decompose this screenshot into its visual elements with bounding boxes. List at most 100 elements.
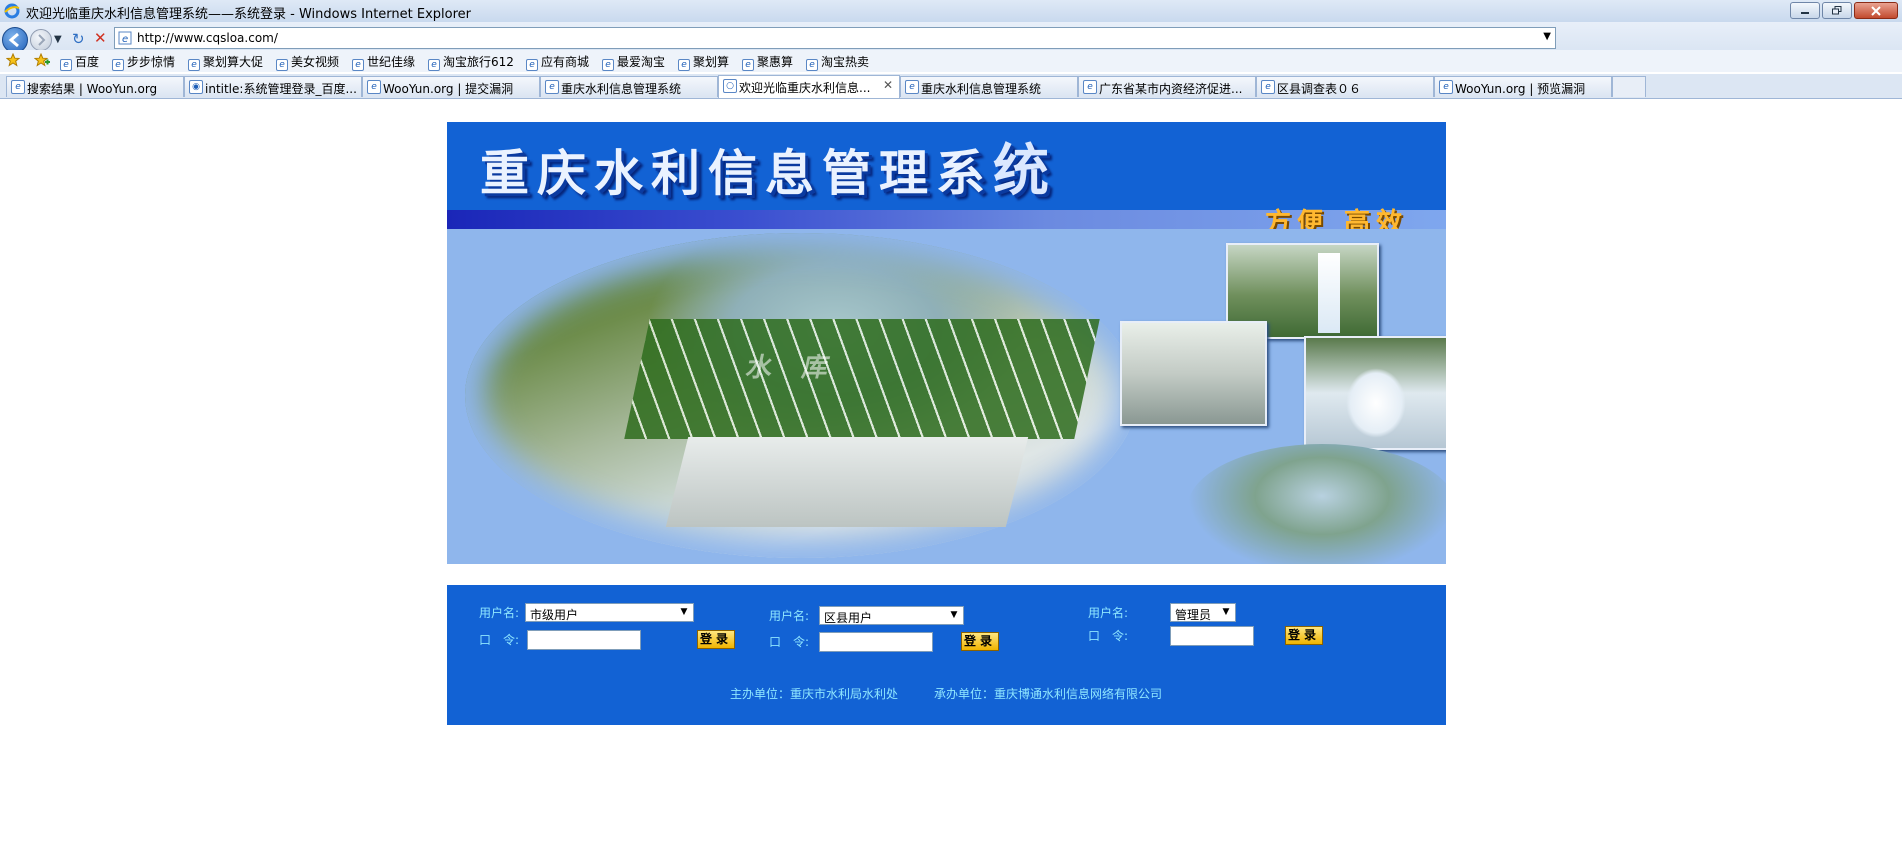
admin-password-label: 口 令: bbox=[1088, 629, 1129, 643]
tab-bar: e 搜索结果 | WooYun.org ◉ intitle:系统管理登录_百度...… bbox=[0, 74, 1902, 99]
browser-tab[interactable]: e WooYun.org | 提交漏洞 bbox=[362, 76, 540, 97]
site-header: 重庆水利信息管理系统 bbox=[447, 122, 1446, 210]
logo-text: 重庆水利信息管理系 bbox=[480, 144, 994, 202]
favorite-link[interactable]: e 世纪佳缘 bbox=[352, 53, 415, 71]
add-to-favorites-icon[interactable] bbox=[33, 52, 50, 70]
favorite-label: 聚划算大促 bbox=[203, 55, 264, 69]
browser-tab[interactable]: e 重庆水利信息管理系统 bbox=[540, 76, 718, 97]
restore-icon bbox=[1832, 6, 1842, 15]
favorite-link[interactable]: e 应有商城 bbox=[526, 53, 589, 71]
login-panel: 用户名: 市级用户 ▼ 口 令: 登录 用户名: 区县用户 ▼ 口 令: 登录 … bbox=[447, 585, 1446, 725]
admin-login-button[interactable]: 登录 bbox=[1285, 626, 1323, 645]
page-icon: e bbox=[678, 59, 690, 71]
chevron-down-icon: ▼ bbox=[950, 610, 958, 620]
close-window-button[interactable] bbox=[1854, 2, 1898, 19]
logo-text-accent: 统 bbox=[993, 138, 1058, 204]
favorite-link[interactable]: e 步步惊情 bbox=[112, 53, 175, 71]
page-icon: e bbox=[806, 59, 818, 71]
favorites-bar: e 百度 e 步步惊情 e 聚划算大促 e 美女视频 e 世纪佳缘 e 淘宝旅行612 e应… bbox=[0, 50, 1902, 72]
minimize-icon bbox=[1801, 11, 1809, 14]
admin-username-label: 用户名: bbox=[1088, 606, 1129, 620]
favorite-label: 应有商城 bbox=[541, 55, 590, 69]
favorite-link[interactable]: e 淘宝热卖 bbox=[806, 53, 869, 71]
dam-photo-3 bbox=[1304, 336, 1446, 450]
page-icon: e bbox=[367, 80, 381, 94]
baidu-icon: ◉ bbox=[189, 80, 203, 94]
favorite-label: 美女视频 bbox=[291, 55, 340, 69]
spillway-image bbox=[665, 437, 1029, 527]
page-icon: e bbox=[60, 59, 72, 71]
browser-tab[interactable]: ◉ intitle:系统管理登录_百度... bbox=[184, 76, 362, 97]
city-password-input[interactable] bbox=[527, 630, 641, 650]
url-text[interactable]: http://www.cqsloa.com/ bbox=[137, 31, 278, 45]
page-icon: e bbox=[428, 59, 440, 71]
favorites-star-icon[interactable] bbox=[5, 52, 21, 70]
page-icon: e bbox=[112, 59, 124, 71]
forward-arrow-icon bbox=[38, 34, 46, 46]
browser-tab[interactable]: e 广东省某市内资经济促进... bbox=[1078, 76, 1256, 97]
site-logo: 重庆水利信息管理系统 bbox=[480, 126, 1057, 207]
favorite-label: 聚惠算 bbox=[757, 55, 794, 69]
favorite-label: 步步惊情 bbox=[127, 55, 176, 69]
city-password-label: 口 令: bbox=[479, 633, 520, 647]
address-dropdown-icon[interactable]: ▼ bbox=[1543, 31, 1551, 42]
chevron-down-icon: ▼ bbox=[680, 607, 688, 617]
favorite-label: 百度 bbox=[75, 55, 100, 69]
forward-button[interactable] bbox=[30, 29, 52, 51]
photo-banner: 水库 bbox=[447, 229, 1446, 564]
city-user-select-value: 市级用户 bbox=[530, 608, 579, 622]
host-organization: 主办单位：重庆市水利局水利处 bbox=[730, 687, 899, 701]
stop-icon[interactable]: ✕ bbox=[94, 29, 107, 47]
tab-label: 搜索结果 | WooYun.org bbox=[27, 82, 158, 96]
tab-label: 重庆水利信息管理系统 bbox=[561, 82, 682, 96]
browser-tab[interactable]: e WooYun.org | 预览漏洞 bbox=[1434, 76, 1612, 97]
admin-password-input[interactable] bbox=[1170, 626, 1254, 646]
page-icon: e bbox=[11, 80, 25, 94]
tab-label: WooYun.org | 预览漏洞 bbox=[1455, 82, 1586, 96]
county-user-select[interactable]: 区县用户 ▼ bbox=[819, 606, 964, 625]
page-icon: e bbox=[1439, 80, 1453, 94]
county-user-select-value: 区县用户 bbox=[824, 611, 873, 625]
tab-label: 欢迎光临重庆水利信息... bbox=[739, 81, 871, 95]
page-icon: e bbox=[188, 59, 200, 71]
favorite-link[interactable]: e 美女视频 bbox=[276, 53, 339, 71]
page-icon: e bbox=[602, 59, 614, 71]
city-login-button[interactable]: 登录 bbox=[697, 630, 735, 649]
minimize-button[interactable] bbox=[1790, 2, 1820, 19]
page-icon: e bbox=[526, 59, 538, 71]
recent-pages-dropdown-icon[interactable]: ▼ bbox=[54, 34, 62, 45]
browser-tab[interactable]: e 搜索结果 | WooYun.org bbox=[6, 76, 184, 97]
admin-user-select[interactable]: 管理员 ▼ bbox=[1170, 603, 1236, 622]
new-tab-button[interactable] bbox=[1612, 76, 1646, 97]
favorite-link[interactable]: e 淘宝旅行612 bbox=[428, 53, 514, 71]
city-user-select[interactable]: 市级用户 ▼ bbox=[525, 603, 694, 622]
organizer-organization: 承办单位：重庆博通水利信息网络有限公司 bbox=[934, 687, 1163, 701]
favorite-label: 世纪佳缘 bbox=[367, 55, 416, 69]
county-login-button[interactable]: 登录 bbox=[961, 632, 999, 651]
favorite-link[interactable]: e 聚划算大促 bbox=[188, 53, 263, 71]
dam-face-image bbox=[624, 319, 1100, 439]
favorite-label: 淘宝热卖 bbox=[821, 55, 870, 69]
county-password-input[interactable] bbox=[819, 632, 933, 652]
favorite-link[interactable]: e 聚惠算 bbox=[742, 53, 793, 71]
tab-label: intitle:系统管理登录_百度... bbox=[205, 82, 357, 96]
back-arrow-icon bbox=[8, 32, 19, 48]
page-icon: e bbox=[1261, 80, 1275, 94]
reservoir-name-text: 水库 bbox=[743, 353, 862, 383]
favorite-link[interactable]: e 百度 bbox=[60, 53, 99, 71]
ie-logo-icon bbox=[4, 3, 20, 19]
tab-label: 区县调查表０６ bbox=[1277, 82, 1362, 96]
browser-tab[interactable]: e 重庆水利信息管理系统 bbox=[900, 76, 1078, 97]
close-tab-icon[interactable]: ✕ bbox=[883, 78, 893, 92]
tab-label: WooYun.org | 提交漏洞 bbox=[383, 82, 514, 96]
maximize-button[interactable] bbox=[1822, 2, 1852, 19]
refresh-icon[interactable]: ↻ bbox=[72, 30, 85, 48]
address-bar[interactable]: e http://www.cqsloa.com/ ▼ bbox=[114, 27, 1556, 49]
chevron-down-icon: ▼ bbox=[1222, 607, 1230, 617]
browser-tab[interactable]: e 区县调查表０６ bbox=[1256, 76, 1434, 97]
window-title-bar: 欢迎光临重庆水利信息管理系统——系统登录 - Windows Internet … bbox=[0, 0, 1902, 23]
favorite-link[interactable]: e 最爱淘宝 bbox=[602, 53, 665, 71]
county-username-label: 用户名: bbox=[769, 609, 810, 623]
browser-tab-active[interactable]: ○ 欢迎光临重庆水利信息... ✕ bbox=[718, 75, 900, 98]
favorite-link[interactable]: e 聚划算 bbox=[678, 53, 729, 71]
